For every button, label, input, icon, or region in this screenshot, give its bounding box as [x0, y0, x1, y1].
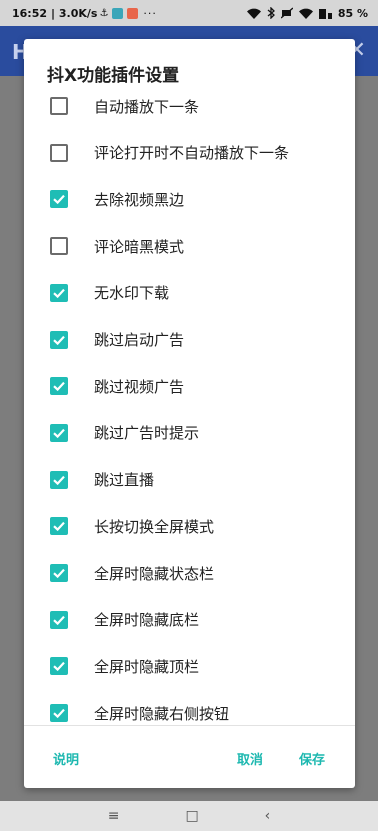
option-label: 跳过启动广告: [94, 331, 185, 349]
check-icon: [53, 522, 65, 532]
battery-icon: [318, 9, 332, 19]
option-row[interactable]: 全屏时隐藏顶栏: [24, 643, 355, 689]
option-label: 全屏时隐藏右侧按钮: [94, 704, 230, 723]
option-label: 全屏时隐藏顶栏: [94, 657, 200, 676]
option-checkbox[interactable]: [50, 283, 68, 302]
network-speed: | 3.0K/s: [51, 6, 98, 20]
option-label: 无水印下载: [94, 284, 170, 303]
check-icon: [53, 382, 65, 392]
option-checkbox[interactable]: [50, 97, 68, 115]
settings-dialog: 抖X功能插件设置 自动播放下一条评论打开时不自动播放下一条 去除视频黑边 评论暗黑模…: [24, 39, 355, 788]
check-icon: [53, 288, 65, 298]
option-label: 跳过视频广告: [94, 377, 185, 396]
app-icon-b: [127, 7, 139, 19]
option-row[interactable]: 全屏时隐藏右侧按钮: [24, 690, 355, 725]
option-checkbox[interactable]: [50, 237, 68, 256]
explain-button[interactable]: 说明: [53, 749, 79, 768]
option-row[interactable]: 全屏时隐藏状态栏: [24, 550, 355, 596]
menu-icon[interactable]: ≡: [108, 808, 120, 824]
cancel-button[interactable]: 取消: [237, 749, 263, 768]
check-icon: [53, 615, 65, 625]
option-row[interactable]: 跳过启动广告: [24, 317, 355, 363]
option-checkbox[interactable]: [50, 610, 68, 629]
check-icon: [53, 475, 65, 485]
mute-icon: [280, 7, 293, 19]
option-label: 长按切换全屏模式: [94, 517, 215, 536]
dialog-title: 抖X功能插件设置: [47, 66, 180, 86]
more-icon: ···: [143, 6, 157, 20]
option-label: 评论暗黑模式: [94, 237, 185, 256]
option-checkbox[interactable]: [50, 377, 68, 396]
option-row[interactable]: 跳过直播: [24, 457, 355, 503]
wifi-icon: [246, 8, 261, 19]
status-time: 16:52: [12, 6, 48, 20]
notification-icon: ⚓: [99, 7, 109, 19]
option-row[interactable]: 评论暗黑模式: [24, 223, 355, 269]
option-label: 去除视频黑边: [94, 190, 185, 209]
home-icon[interactable]: □: [185, 808, 198, 824]
check-icon: [53, 662, 65, 672]
battery-level: 85 %: [337, 6, 368, 20]
option-label: 跳过直播: [94, 471, 155, 490]
check-icon: [53, 428, 65, 439]
option-checkbox[interactable]: [50, 517, 68, 536]
check-icon: [53, 568, 65, 579]
check-icon: [53, 708, 65, 719]
option-label: 跳过广告时提示: [94, 424, 200, 443]
option-row[interactable]: 跳过广告时提示: [24, 410, 355, 456]
option-checkbox[interactable]: [50, 330, 68, 349]
signal-icon: [298, 8, 313, 19]
option-row[interactable]: 评论打开时不自动播放下一条: [24, 130, 355, 176]
option-checkbox[interactable]: [50, 143, 68, 162]
option-checkbox[interactable]: [50, 704, 68, 723]
option-row[interactable]: 跳过视频广告: [24, 363, 355, 409]
option-row[interactable]: 全屏时隐藏底栏: [24, 597, 355, 643]
option-label: 全屏时隐藏状态栏: [94, 564, 215, 583]
option-row[interactable]: 自动播放下一条: [24, 91, 355, 129]
option-label: 自动播放下一条: [94, 97, 200, 116]
option-row[interactable]: 长按切换全屏模式: [24, 503, 355, 549]
option-checkbox[interactable]: [50, 423, 68, 442]
app-icon-a: [112, 7, 124, 19]
save-button[interactable]: 保存: [299, 749, 325, 768]
option-checkbox[interactable]: [50, 190, 68, 209]
back-icon[interactable]: ‹: [265, 808, 271, 824]
check-icon: [53, 195, 65, 205]
option-row[interactable]: 去除视频黑边: [24, 176, 355, 222]
bluetooth-icon: [267, 7, 275, 19]
option-checkbox[interactable]: [50, 564, 68, 582]
option-checkbox[interactable]: [50, 657, 68, 676]
option-checkbox[interactable]: [50, 470, 68, 489]
status-bar: 16:52 | 3.0K/s ⚓ ··· 85 %: [0, 0, 378, 26]
button-divider: [24, 725, 355, 726]
option-row[interactable]: 无水印下载: [24, 270, 355, 316]
option-label: 全屏时隐藏底栏: [94, 611, 200, 630]
option-label: 评论打开时不自动播放下一条: [94, 144, 290, 163]
options-list[interactable]: 自动播放下一条评论打开时不自动播放下一条 去除视频黑边 评论暗黑模式 无水印下载跳过启…: [24, 91, 355, 725]
check-icon: [53, 335, 65, 345]
navigation-bar: ≡ □ ‹: [0, 801, 378, 831]
